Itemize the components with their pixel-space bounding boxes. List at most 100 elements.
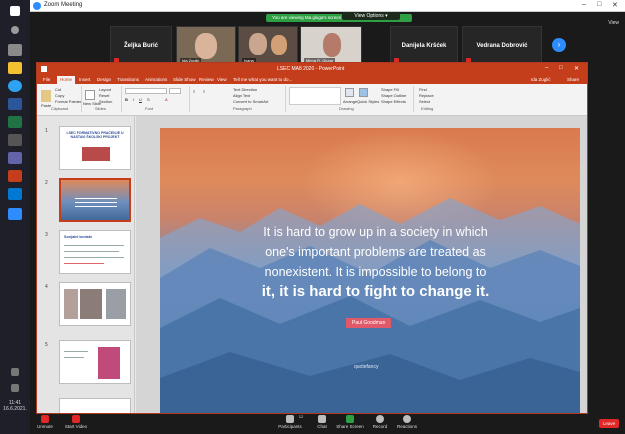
tab-slide-show[interactable]: Slide Show — [173, 77, 196, 82]
slide-thumbnail[interactable] — [59, 282, 131, 326]
quick-styles-button[interactable]: Quick Styles — [357, 99, 379, 104]
signed-in-user[interactable]: Ida Zuglić — [531, 77, 551, 82]
new-slide-icon[interactable] — [85, 90, 95, 100]
network-icon[interactable] — [11, 368, 19, 376]
align-text-button[interactable]: Align Text — [233, 93, 250, 98]
shapes-gallery[interactable] — [289, 87, 341, 105]
bold-button[interactable]: B — [125, 97, 128, 102]
underline-button[interactable]: U — [139, 97, 142, 102]
paste-button[interactable]: Paste — [41, 103, 51, 108]
maximize-icon[interactable]: □ — [597, 1, 601, 8]
tab-transitions[interactable]: Transitions — [117, 77, 139, 82]
next-page-arrow-icon[interactable]: › — [552, 38, 566, 52]
copy-button[interactable]: Copy — [55, 93, 64, 98]
zoom-icon[interactable] — [8, 208, 22, 220]
text-direction-button[interactable]: Text Direction — [233, 87, 257, 92]
participant-tile[interactable]: Ida Zuglić — [176, 26, 236, 66]
shape-effects-button[interactable]: Shape Effects — [381, 99, 406, 104]
select-button[interactable]: Select — [419, 99, 430, 104]
slide-thumbnails-pane[interactable]: 1 LSEC FORMATIVNO PRAĆENJE U NASTAVI ŠKO… — [37, 116, 135, 413]
outlook-icon[interactable] — [8, 188, 22, 200]
chat-label: Chat — [317, 424, 327, 429]
view-button[interactable]: View — [608, 20, 619, 26]
bullets-button[interactable]: ≡ — [193, 89, 195, 94]
participant-tile[interactable]: Željka Burić — [110, 26, 172, 66]
close-icon[interactable]: ✕ — [612, 1, 618, 9]
taskbar-clock[interactable]: 11:41 16.6.2021. — [2, 400, 28, 412]
maximize-icon[interactable]: □ — [559, 65, 563, 71]
share-screen-button[interactable]: Share Screen — [336, 415, 364, 429]
powerpoint-icon[interactable] — [8, 170, 22, 182]
convert-smartart-button[interactable]: Convert to SmartArt — [233, 99, 268, 104]
thumbnail-text-line — [64, 257, 124, 258]
task-view-icon[interactable] — [8, 44, 22, 56]
arrange-icon[interactable] — [345, 88, 354, 97]
reactions-button[interactable]: Reactions — [394, 415, 420, 429]
word-icon[interactable] — [8, 98, 22, 110]
tab-design[interactable]: Design — [97, 77, 111, 82]
tell-me-search[interactable]: Tell me what you want to do... — [233, 77, 292, 82]
participant-tile[interactable]: Danijela Kršćek — [390, 26, 458, 66]
slide-thumbnail[interactable] — [59, 398, 131, 413]
thumbnail-image — [82, 147, 110, 161]
start-video-button[interactable]: Start Video — [62, 415, 90, 429]
tab-home[interactable]: Home — [57, 76, 76, 84]
file-explorer-icon[interactable] — [8, 62, 22, 74]
tab-insert[interactable]: Insert — [79, 77, 90, 82]
find-button[interactable]: Find — [419, 87, 427, 92]
quote-line: nonexistent. It is impossible to belong … — [264, 265, 487, 279]
current-slide[interactable]: It is hard to grow up in a society in wh… — [160, 128, 580, 413]
arrange-button[interactable]: Arrange — [343, 99, 357, 104]
close-icon[interactable]: ✕ — [574, 65, 579, 72]
layout-button[interactable]: Layout — [99, 87, 111, 92]
tab-animations[interactable]: Animations — [145, 77, 167, 82]
paste-icon[interactable] — [41, 90, 51, 102]
view-options-button[interactable]: View Options ▾ — [342, 12, 400, 20]
share-button[interactable]: Share — [567, 77, 579, 82]
excel-icon[interactable] — [8, 116, 22, 128]
shape-outline-button[interactable]: Shape Outline — [381, 93, 406, 98]
thumbnail-image — [106, 289, 126, 319]
leave-meeting-button[interactable]: Leave — [599, 419, 619, 428]
shape-fill-button[interactable]: Shape Fill — [381, 87, 399, 92]
italic-button[interactable]: I — [133, 97, 134, 102]
search-icon[interactable] — [11, 26, 19, 34]
unmute-button[interactable]: Unmute — [34, 415, 56, 429]
quick-styles-icon[interactable] — [359, 88, 368, 97]
zoom-window-title: Zoom Meeting — [44, 2, 83, 8]
slide-quote-text[interactable]: It is hard to grow up in a society in wh… — [248, 222, 503, 302]
record-button[interactable]: Record — [370, 415, 390, 429]
volume-icon[interactable] — [11, 384, 19, 392]
slide-thumbnail-selected[interactable] — [59, 178, 131, 222]
slide-thumbnail[interactable] — [59, 340, 131, 384]
tab-review[interactable]: Review — [199, 77, 214, 82]
slide-thumbnail[interactable]: LSEC FORMATIVNO PRAĆENJE U NASTAVI ŠKOLS… — [59, 126, 131, 170]
tab-view[interactable]: View — [217, 77, 227, 82]
font-color-button[interactable]: A — [165, 97, 168, 102]
record-icon — [376, 415, 384, 423]
thumbnail-number: 4 — [45, 284, 48, 290]
reset-button[interactable]: Reset — [99, 93, 109, 98]
windows-taskbar: 11:41 16.6.2021. — [0, 0, 30, 434]
calculator-icon[interactable] — [8, 134, 22, 146]
minimize-icon[interactable]: – — [582, 1, 586, 8]
section-button[interactable]: Section — [99, 99, 112, 104]
participant-tile[interactable]: Vedrana Dobrović — [462, 26, 542, 66]
save-icon[interactable] — [41, 66, 47, 72]
slide-thumbnail[interactable]: Socijalni kontakt — [59, 230, 131, 274]
participant-tile[interactable]: Mirna R. Gluga — [300, 26, 362, 66]
edge-icon[interactable] — [8, 80, 22, 92]
chat-button[interactable]: Chat — [314, 415, 330, 429]
minimize-icon[interactable]: – — [545, 65, 548, 71]
replace-button[interactable]: Replace — [419, 93, 434, 98]
windows-start-icon[interactable] — [10, 6, 20, 16]
format-painter-button[interactable]: Format Painter — [55, 99, 81, 104]
cut-button[interactable]: Cut — [55, 87, 61, 92]
numbering-button[interactable]: ≡ — [203, 89, 205, 94]
font-size-select[interactable] — [169, 88, 181, 94]
participant-tile[interactable]: Ivana — [238, 26, 298, 66]
teams-icon[interactable] — [8, 152, 22, 164]
font-name-select[interactable] — [125, 88, 167, 94]
strikethrough-button[interactable]: S — [147, 97, 150, 102]
tab-file[interactable]: File — [43, 77, 50, 82]
